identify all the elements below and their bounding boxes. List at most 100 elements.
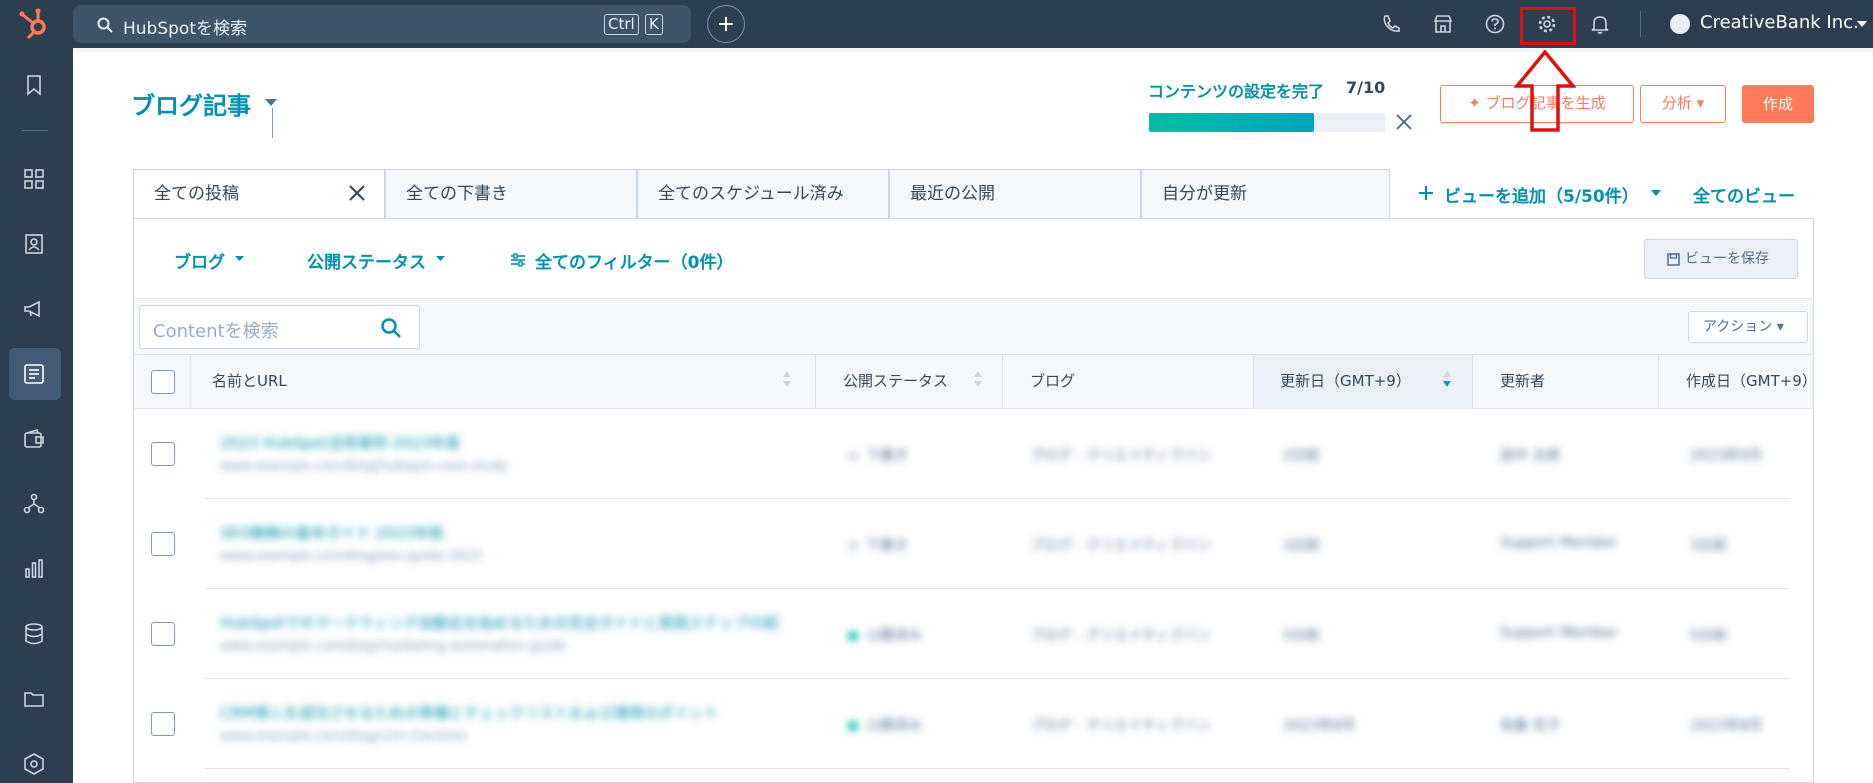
row-checkbox[interactable] [151,622,175,646]
reports-icon[interactable] [22,557,46,581]
tab-recently-published[interactable]: 最近の公開 [889,169,1141,219]
all-filters-button[interactable]: 全てのフィルター（0件） [535,248,734,273]
actions-label: アクション [1703,319,1773,335]
phone-icon[interactable] [1380,13,1402,35]
table-row-name[interactable]: SEO戦略の基本ガイド 2023年版 www.example.com/blog/… [220,522,780,564]
row-status: 公開済み [848,625,922,645]
row-url: www.example.com/blog/marketing-automatio… [220,639,567,654]
plus-icon [719,17,733,31]
row-status-label: 公開済み [866,628,922,644]
all-views-link[interactable]: 全てのビュー [1693,182,1795,207]
close-icon[interactable] [1395,113,1413,131]
bookmark-icon[interactable] [22,73,46,97]
row-url: www.example.com/blog/hubspot-case-study [220,459,508,474]
row-status-label: 公開済み [866,718,922,734]
row-title-link[interactable]: SEO戦略の基本ガイド 2023年版 [220,522,780,543]
column-separator [190,355,191,409]
sort-icon[interactable] [782,370,792,388]
megaphone-icon[interactable] [22,297,46,321]
row-created: 5日前 [1690,628,1727,644]
filter-status-chevron-icon[interactable] [436,256,445,261]
automation-icon[interactable] [22,492,46,516]
analyze-button[interactable]: 分析 ▾ [1640,85,1726,123]
marketplace-icon[interactable] [1432,13,1454,35]
add-view-button[interactable]: ビューを追加（5/50件） [1444,182,1639,207]
table-row-name[interactable]: CRM導入を成功させるための準備とチェックリストおよび運用のポイント www.e… [220,702,780,744]
tab-updated-by-me[interactable]: 自分が更新 [1141,169,1390,219]
actions-button[interactable]: アクション ▾ [1688,311,1808,343]
column-header-status[interactable]: 公開ステータス [843,370,948,391]
help-icon[interactable] [1484,13,1506,35]
row-checkbox[interactable] [151,442,175,466]
status-dot-icon [848,451,858,461]
column-header-created[interactable]: 作成日（GMT+9） [1686,370,1817,391]
tab-all-posts-label: 全ての投稿 [154,184,239,204]
row-title-link[interactable]: HubSpotでのマーケティング自動化を始めるための完全ガイドと実践ステップの紹… [220,612,780,633]
tab-all-scheduled[interactable]: 全てのスケジュール済み [637,169,889,219]
row-checkbox[interactable] [151,532,175,556]
setup-progress-label[interactable]: コンテンツの設定を完了 [1148,78,1324,102]
analyze-label: 分析 [1661,94,1692,112]
content-search-input[interactable]: Contentを検索 [139,305,420,349]
row-blog: ブログ - クリエイティブバンク [1030,718,1210,734]
create-button[interactable]: 作成 [1742,85,1814,123]
setup-progress-count: 7/10 [1346,78,1386,97]
topbar-divider [1640,11,1641,37]
contacts-icon[interactable] [22,232,46,256]
title-chevron-down-icon[interactable] [265,99,277,106]
quick-create-button[interactable] [707,5,745,43]
account-name[interactable]: CreativeBank Inc. [1700,12,1859,33]
select-all-checkbox[interactable] [151,370,175,394]
row-title-link[interactable]: CRM導入を成功させるための準備とチェックリストおよび運用のポイント [220,702,780,723]
content-icon[interactable] [22,362,46,386]
sliders-icon [510,252,526,268]
search-icon[interactable] [380,317,402,339]
hubspot-logo-icon[interactable] [18,6,50,40]
table-row-name[interactable]: 2023 HubSpot活用事例 2023年度 www.example.com/… [220,432,780,474]
data-icon[interactable] [22,622,46,646]
column-header-updater[interactable]: 更新者 [1500,370,1545,391]
page-title[interactable]: ブログ記事 [131,86,251,121]
filter-blog[interactable]: ブログ [174,248,225,273]
row-separator [205,588,1790,589]
global-search-input[interactable]: HubSpotを検索 Ctrl K [73,5,691,43]
row-updated: 2023年8月 [1283,718,1356,734]
row-separator [205,678,1790,679]
sort-icon[interactable] [973,370,983,388]
table-row-name[interactable]: HubSpotでのマーケティング自動化を始めるための完全ガイドと実践ステップの紹… [220,612,780,654]
row-blog: ブログ - クリエイティブバンク [1030,538,1210,554]
sparkle-icon: ✦ [1468,94,1486,112]
column-header-updated[interactable]: 更新日（GMT+9） [1280,370,1411,391]
title-dropdown-line [272,108,273,138]
save-view-button[interactable]: ビューを保存 [1644,239,1798,279]
plus-icon [1418,185,1434,201]
tab-all-drafts[interactable]: 全ての下書き [385,169,637,219]
content-search-placeholder: Contentを検索 [153,321,279,342]
folder-icon[interactable] [22,687,46,711]
column-separator [1253,355,1254,409]
setup-progress-bar [1149,113,1385,132]
row-title-link[interactable]: 2023 HubSpot活用事例 2023年度 [220,432,780,453]
bell-icon[interactable] [1589,13,1611,35]
account-avatar[interactable] [1670,14,1690,34]
status-dot-icon [848,721,858,731]
column-separator [1472,355,1473,409]
chevron-down-icon[interactable] [1857,21,1867,27]
grid-icon[interactable] [22,167,46,191]
column-separator [1658,355,1659,409]
row-updater: Support Member [1500,625,1618,641]
settings-hex-icon[interactable] [22,752,46,776]
column-header-blog[interactable]: ブログ [1030,370,1075,391]
filter-blog-chevron-icon[interactable] [235,256,244,261]
commerce-icon[interactable] [22,427,46,451]
filter-status[interactable]: 公開ステータス [307,248,426,273]
add-view-chevron-icon[interactable] [1651,190,1661,196]
column-separator [1002,355,1003,409]
sort-desc-icon[interactable] [1442,370,1452,388]
tab-close-icon[interactable] [348,184,366,202]
row-checkbox[interactable] [151,712,175,736]
save-icon [1667,253,1680,266]
row-updater: Support Member [1500,535,1618,551]
row-separator [205,768,1790,769]
column-header-name[interactable]: 名前とURL [212,370,287,391]
